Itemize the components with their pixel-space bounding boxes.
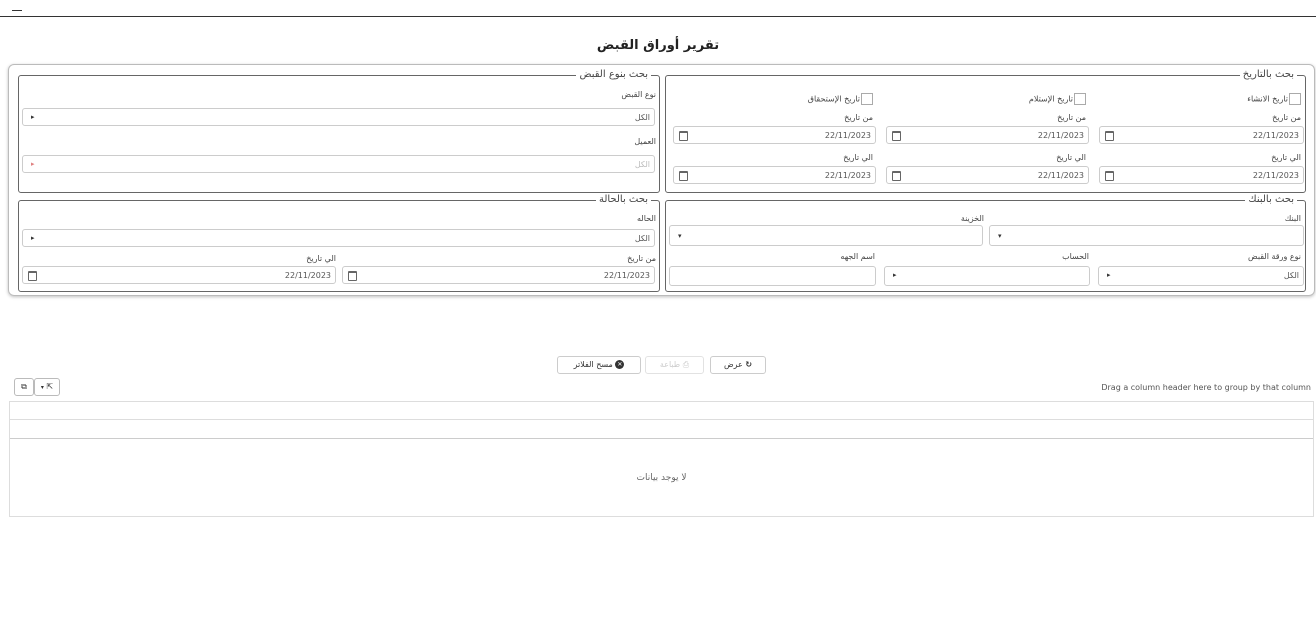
from-date-label: من تاريخ (627, 254, 656, 263)
safe-label: الخزينة (960, 214, 984, 223)
status-from-date-field[interactable]: 22/11/2023 (342, 266, 655, 284)
dropdown-arrow-icon: ▾ (678, 232, 682, 240)
account-select[interactable]: ▸ (884, 266, 1090, 286)
select-value: الكل (634, 113, 650, 122)
calendar-icon[interactable] (679, 131, 688, 141)
export-icon: ⇱ (46, 382, 54, 391)
status-search-legend: بحث بالحالة (598, 194, 648, 205)
status-to-date-field[interactable]: 22/11/2023 (22, 266, 336, 284)
party-name-input[interactable] (669, 266, 876, 286)
status-label: الحاله (637, 214, 656, 223)
date-value: 22/11/2023 (824, 171, 871, 180)
chevron-down-icon: ▾ (40, 384, 44, 391)
select-value: الكل (634, 234, 650, 243)
checkbox-label: تاريخ الإستحقاق (807, 94, 860, 104)
print-label: طباعة (659, 360, 681, 369)
dropdown-arrow-icon: ▾ (998, 232, 1002, 240)
select-value: الكل (634, 160, 650, 169)
receipt-type-label: نوع القبض (621, 90, 656, 99)
dropdown-arrow-icon: ▸ (31, 160, 35, 168)
date-value: 22/11/2023 (1252, 171, 1299, 180)
checkbox-icon (861, 93, 873, 105)
group-panel-hint[interactable]: Drag a column header here to group by th… (1101, 383, 1311, 392)
dropdown-arrow-icon: ▸ (1107, 271, 1111, 279)
creation-date-checkbox[interactable]: تاريخ الانشاء (1247, 93, 1301, 105)
date-value: 22/11/2023 (824, 131, 871, 140)
from-date-label: من تاريخ (844, 113, 873, 122)
clear-filters-label: مسح الفلاتر (573, 360, 613, 369)
party-name-label: اسم الجهه (840, 252, 875, 261)
date-value: 22/11/2023 (1037, 131, 1084, 140)
type-search-legend: بحث بنوع القبض (579, 69, 648, 80)
safe-select[interactable]: ▾ (669, 225, 983, 246)
dropdown-arrow-icon: ▸ (31, 113, 35, 121)
to-date-label: الي تاريخ (306, 254, 336, 263)
page-title: تقرير أوراق القبض (596, 38, 720, 53)
select-value: الكل (1283, 271, 1299, 280)
creation-to-date-field[interactable]: 22/11/2023 (1099, 166, 1304, 184)
type-search-group: بحث بنوع القبض (18, 70, 660, 193)
receipt-date-checkbox[interactable]: تاريخ الإستلام (1029, 93, 1086, 105)
date-search-legend: بحث بالتاريخ (1242, 69, 1294, 80)
view-button[interactable]: ↻ عرض (710, 356, 766, 374)
refresh-icon: ↻ (745, 360, 753, 369)
due-date-checkbox[interactable]: تاريخ الإستحقاق (808, 93, 873, 105)
filters-panel: بحث بالتاريخ تاريخ الانشاء تاريخ الإستلا… (8, 64, 1315, 296)
checkbox-icon (1289, 93, 1301, 105)
clear-filters-button[interactable]: ✕ مسح الفلاتر (557, 356, 641, 374)
bank-label: البنك (1284, 214, 1301, 223)
status-select[interactable]: ▸ الكل (22, 229, 655, 247)
view-label: عرض (723, 360, 743, 369)
no-data-message: لا يوجد بيانات (636, 473, 687, 483)
due-to-date-field[interactable]: 22/11/2023 (673, 166, 876, 184)
export-button[interactable]: ▾ ⇱ (34, 378, 60, 396)
column-chooser-button[interactable]: ⧉ (14, 378, 34, 396)
checkbox-icon (1074, 93, 1086, 105)
calendar-icon[interactable] (892, 171, 901, 181)
calendar-icon[interactable] (1105, 131, 1114, 141)
grid-filter-row[interactable] (10, 419, 1313, 439)
print-button[interactable]: ⎙ طباعة (645, 356, 704, 374)
dropdown-arrow-icon: ▸ (31, 234, 35, 242)
calendar-icon[interactable] (348, 271, 357, 281)
checkbox-label: تاريخ الإستلام (1028, 94, 1073, 104)
to-date-label: الي تاريخ (1056, 153, 1086, 162)
paper-type-select[interactable]: ▸ الكل (1098, 266, 1304, 286)
print-icon: ⎙ (682, 360, 690, 369)
checkbox-label: تاريخ الانشاء (1247, 94, 1288, 104)
top-bar (0, 0, 1316, 17)
data-grid: لا يوجد بيانات (9, 401, 1314, 517)
date-value: 22/11/2023 (284, 271, 331, 280)
account-label: الحساب (1062, 252, 1089, 261)
due-from-date-field[interactable]: 22/11/2023 (673, 126, 876, 144)
date-value: 22/11/2023 (1037, 171, 1084, 180)
receipt-from-date-field[interactable]: 22/11/2023 (886, 126, 1089, 144)
calendar-icon[interactable] (679, 171, 688, 181)
receipt-type-select[interactable]: ▸ الكل (22, 108, 655, 126)
columns-icon: ⧉ (21, 382, 27, 391)
to-date-label: الي تاريخ (843, 153, 873, 162)
calendar-icon[interactable] (28, 271, 37, 281)
menu-icon[interactable] (12, 2, 22, 11)
bank-select[interactable]: ▾ (989, 225, 1304, 246)
date-value: 22/11/2023 (603, 271, 650, 280)
to-date-label: الي تاريخ (1271, 153, 1301, 162)
creation-from-date-field[interactable]: 22/11/2023 (1099, 126, 1304, 144)
from-date-label: من تاريخ (1272, 113, 1301, 122)
clear-icon: ✕ (615, 360, 625, 369)
grid-header-row[interactable] (10, 402, 1313, 420)
client-label: العميل (634, 137, 656, 146)
date-value: 22/11/2023 (1252, 131, 1299, 140)
client-select[interactable]: ▸ الكل (22, 155, 655, 173)
receipt-to-date-field[interactable]: 22/11/2023 (886, 166, 1089, 184)
bank-search-legend: بحث بالبنك (1248, 194, 1294, 205)
paper-type-label: نوع ورقة القبض (1248, 252, 1301, 261)
dropdown-arrow-icon: ▸ (893, 271, 897, 279)
from-date-label: من تاريخ (1057, 113, 1086, 122)
calendar-icon[interactable] (892, 131, 901, 141)
calendar-icon[interactable] (1105, 171, 1114, 181)
